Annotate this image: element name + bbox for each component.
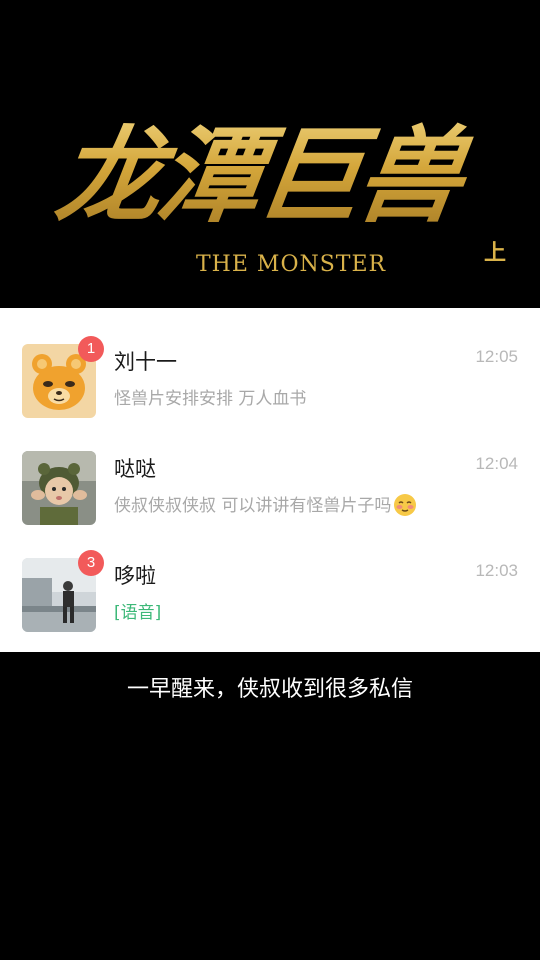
message-preview: 侠叔侠叔侠叔 可以讲讲有怪兽片子吗 — [114, 491, 474, 521]
message-time: 12:04 — [475, 454, 518, 473]
avatar-container: 1 — [22, 336, 104, 418]
blushing-face-emoji — [393, 493, 417, 517]
child-photo-avatar — [22, 451, 96, 525]
chat-row-duola[interactable]: 3 哆啦 [语音] 12:03 — [0, 550, 540, 666]
movie-title-english: THE MONSTER — [196, 252, 387, 277]
voice-message-preview: [语音] — [114, 603, 162, 623]
contact-name: 哒哒 — [114, 457, 156, 481]
movie-part-label: 上 — [483, 240, 506, 266]
unread-badge: 3 — [78, 550, 104, 576]
unread-badge: 1 — [78, 336, 104, 362]
chat-row-dada[interactable]: 哒哒 侠叔侠叔侠叔 可以讲讲有怪兽片子吗 12:04 — [0, 451, 540, 559]
message-preview: 怪兽片安排安排 万人血书 — [114, 389, 307, 409]
contact-name: 哆啦 — [114, 564, 156, 588]
chat-row-liushiyi[interactable]: 1 刘十一 怪兽片安排安排 万人血书 12:05 — [0, 336, 540, 452]
title-banner: 龙潭巨兽 THE MONSTER 上 — [0, 0, 540, 308]
message-time: 12:03 — [475, 561, 518, 580]
contact-name: 刘十一 — [114, 350, 177, 374]
avatar-container: 3 — [22, 550, 104, 632]
video-subtitle: 一早醒来，侠叔收到很多私信 — [126, 677, 413, 702]
chat-list: 1 刘十一 怪兽片安排安排 万人血书 12:05 哒哒 侠叔侠叔侠叔 可以讲讲有… — [0, 308, 540, 652]
movie-title-chinese: 龙潭巨兽 — [47, 96, 489, 256]
message-time: 12:05 — [475, 347, 518, 366]
message-preview-text: 侠叔侠叔侠叔 可以讲讲有怪兽片子吗 — [114, 496, 392, 516]
avatar-container — [22, 451, 96, 525]
